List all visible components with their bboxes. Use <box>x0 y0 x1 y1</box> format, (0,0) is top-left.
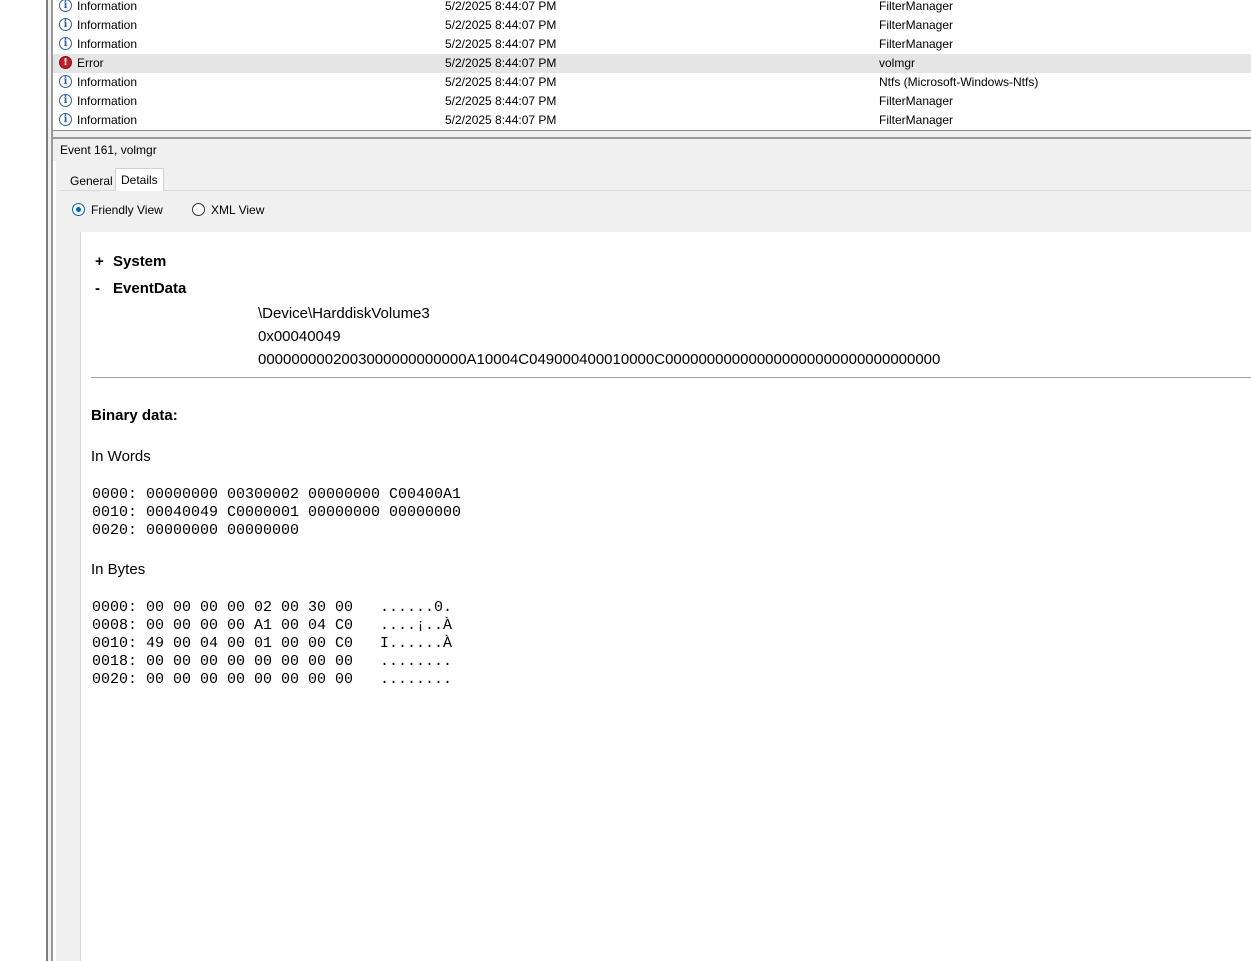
eventdata-value: 0x00040049 <box>258 328 341 345</box>
eventdata-value: \Device\HarddiskVolume3 <box>258 305 430 322</box>
details-content <box>80 232 1251 961</box>
bytes-line: 0010: 49 00 04 00 01 00 00 C0 I......À <box>92 635 453 652</box>
collapse-icon: - <box>95 280 100 297</box>
event-row[interactable]: i Information 5/2/2025 8:44:07 PM Filter… <box>53 111 1251 130</box>
info-icon: i <box>59 18 72 31</box>
event-datetime: 5/2/2025 8:44:07 PM <box>445 56 557 70</box>
in-words-title: In Words <box>91 448 151 465</box>
eventdata-value: 0000000002003000000000000A10004C04900040… <box>258 351 941 368</box>
event-source: FilterManager <box>879 113 954 127</box>
event-level: Information <box>77 94 138 108</box>
bytes-line: 0008: 00 00 00 00 A1 00 04 C0 ....¡..À <box>92 617 453 634</box>
event-list[interactable]: i Information 5/2/2025 8:44:07 PM Filter… <box>53 0 1251 130</box>
event-datetime: 5/2/2025 8:44:07 PM <box>445 0 557 13</box>
info-icon: i <box>59 94 72 107</box>
event-source: FilterManager <box>879 94 954 108</box>
in-bytes-title: In Bytes <box>91 561 146 578</box>
window-left-margin <box>0 0 46 961</box>
event-row[interactable]: i Information 5/2/2025 8:44:07 PM Ntfs (… <box>53 73 1251 92</box>
event-row[interactable]: i Information 5/2/2025 8:44:07 PM Filter… <box>53 35 1251 54</box>
event-row[interactable]: i Information 5/2/2025 8:44:07 PM Filter… <box>53 0 1251 16</box>
words-line: 0020: 00000000 00000000 <box>92 522 300 539</box>
event-row[interactable]: i Information 5/2/2025 8:44:07 PM Filter… <box>53 92 1251 111</box>
event-source: FilterManager <box>879 18 954 32</box>
event-row[interactable]: i Information 5/2/2025 8:44:07 PM Filter… <box>53 16 1251 35</box>
event-datetime: 5/2/2025 8:44:07 PM <box>445 113 557 127</box>
event-datetime: 5/2/2025 8:44:07 PM <box>445 75 557 89</box>
info-icon: i <box>59 75 72 88</box>
event-datetime: 5/2/2025 8:44:07 PM <box>445 37 557 51</box>
eventdata-section-label: EventData <box>113 280 187 297</box>
tab-general[interactable]: General <box>65 171 118 191</box>
event-source: volmgr <box>879 56 916 70</box>
xml-view-label[interactable]: XML View <box>211 202 264 218</box>
bytes-line: 0020: 00 00 00 00 00 00 00 00 ........ <box>92 671 453 688</box>
event-level: Information <box>77 0 138 13</box>
bytes-line: 0018: 00 00 00 00 00 00 00 00 ........ <box>92 653 453 670</box>
event-level: Information <box>77 37 138 51</box>
event-level: Information <box>77 18 138 32</box>
eventdata-section-toggle[interactable]: - EventData <box>95 280 295 298</box>
friendly-view-label[interactable]: Friendly View <box>91 202 163 218</box>
event-source: FilterManager <box>879 0 954 13</box>
event-level: Error <box>77 56 104 70</box>
section-divider <box>91 377 1251 378</box>
info-icon: i <box>59 0 72 12</box>
event-level: Information <box>77 113 138 127</box>
system-section-toggle[interactable]: + System <box>95 253 295 271</box>
event-detail-title: Event 161, volmgr <box>60 143 157 157</box>
info-icon: i <box>59 113 72 126</box>
binary-data-title: Binary data: <box>91 407 178 424</box>
event-source: FilterManager <box>879 37 954 51</box>
expand-icon: + <box>95 253 104 270</box>
event-level: Information <box>77 75 138 89</box>
system-section-label: System <box>113 253 167 270</box>
xml-view-radio[interactable] <box>192 203 205 216</box>
words-line: 0010: 00040049 C0000001 00000000 0000000… <box>92 504 462 521</box>
bytes-line: 0000: 00 00 00 00 02 00 30 00 ......0. <box>92 599 453 616</box>
event-datetime: 5/2/2025 8:44:07 PM <box>445 18 557 32</box>
words-line: 0000: 00000000 00300002 00000000 C00400A… <box>92 486 462 503</box>
tab-strip-border <box>60 190 1251 191</box>
event-detail-header: Event 161, volmgr <box>53 139 1251 161</box>
event-row-selected[interactable]: ! Error 5/2/2025 8:44:07 PM volmgr <box>53 54 1251 73</box>
event-datetime: 5/2/2025 8:44:07 PM <box>445 94 557 108</box>
friendly-view-radio[interactable] <box>72 203 85 216</box>
event-source: Ntfs (Microsoft-Windows-Ntfs) <box>879 75 1039 89</box>
tab-details[interactable]: Details <box>115 168 164 191</box>
info-icon: i <box>59 37 72 50</box>
error-icon: ! <box>59 56 72 69</box>
